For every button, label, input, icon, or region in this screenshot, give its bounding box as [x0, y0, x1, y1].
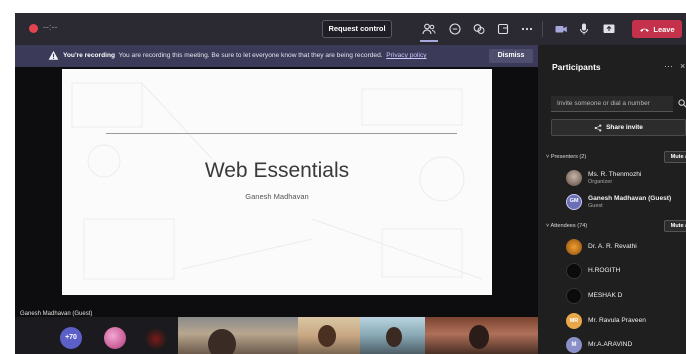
meeting-timer: --:-- — [43, 22, 58, 32]
participant-name: Dr. A. R. Revathi — [588, 243, 637, 250]
participants-title: Participants — [552, 62, 601, 72]
participant-avatar — [566, 263, 582, 279]
video-strip: +70 — [15, 317, 538, 354]
participant-silhouette — [318, 325, 336, 347]
mic-icon[interactable] — [575, 20, 593, 38]
toolbar-divider — [542, 21, 543, 37]
participant-avatar[interactable] — [145, 327, 167, 349]
participant-avatar — [566, 288, 582, 304]
participant-silhouette — [386, 327, 402, 347]
request-control-button[interactable]: Request control — [322, 20, 392, 38]
participant-silhouette — [469, 325, 489, 349]
participant-row[interactable]: M Mr.A.ARAVIND — [566, 335, 686, 354]
participant-avatar — [566, 170, 582, 186]
participants-pane: Participants ··· × Share invite ˅ Presen… — [538, 45, 686, 354]
mute-all-attendees-button[interactable]: Mute all — [664, 220, 686, 232]
share-invite-label: Share invite — [606, 124, 643, 131]
participant-avatar: M — [566, 337, 582, 353]
search-icon[interactable] — [678, 99, 686, 108]
participant-avatar: GM — [566, 194, 582, 210]
warning-icon — [48, 50, 59, 60]
participant-name: MESHAK D — [588, 292, 623, 299]
rooms-icon[interactable] — [494, 20, 512, 38]
video-tile[interactable] — [178, 317, 298, 354]
participant-row[interactable]: Ms. R. Thenmozhi Organizer — [566, 168, 686, 188]
people-icon[interactable] — [420, 20, 438, 38]
participant-row[interactable]: Dr. A. R. Revathi — [566, 237, 686, 257]
meeting-toolbar: --:-- Request control Leave — [15, 13, 686, 45]
active-tab-indicator — [420, 40, 438, 42]
dismiss-button[interactable]: Dismiss — [489, 49, 533, 63]
recording-message: You're recording You are recording this … — [63, 52, 427, 59]
participant-silhouette — [208, 329, 236, 354]
privacy-policy-link[interactable]: Privacy policy — [386, 52, 426, 59]
invite-input[interactable] — [551, 96, 673, 112]
slide-title: Web Essentials — [204, 159, 350, 182]
slide-divider-line — [106, 133, 457, 134]
participant-role: Guest — [588, 203, 603, 209]
participant-row[interactable]: GM Ganesh Madhavan (Guest) Guest — [566, 192, 686, 212]
participant-avatar: MR — [566, 313, 582, 329]
pane-close-icon[interactable]: × — [680, 61, 685, 71]
participant-name: H.ROGITH — [588, 267, 621, 274]
presentation-slide: Web Essentials Ganesh Madhavan — [62, 69, 492, 295]
participant-row[interactable]: H.ROGITH — [566, 261, 686, 281]
recording-heading: You're recording — [63, 52, 116, 59]
recording-banner: You're recording You are recording this … — [15, 45, 538, 67]
slide-subtitle: Ganesh Madhavan — [245, 192, 309, 201]
participant-role: Organizer — [588, 179, 613, 185]
share-invite-button[interactable]: Share invite — [551, 119, 686, 136]
participant-name: Mr. Ravula Praveen — [588, 317, 646, 324]
participant-name: Ms. R. Thenmozhi — [588, 171, 642, 178]
mute-all-presenters-button[interactable]: Mute all — [664, 151, 686, 163]
participant-avatar[interactable] — [104, 327, 126, 349]
phone-icon — [640, 28, 650, 32]
participant-avatar — [566, 239, 582, 255]
video-tile[interactable] — [425, 317, 538, 354]
shared-screen-stage: Web Essentials Ganesh Madhavan Ganesh Ma… — [15, 67, 538, 317]
participant-name: Ganesh Madhavan (Guest) — [588, 195, 672, 202]
leave-label: Leave — [653, 24, 675, 34]
share-link-icon — [594, 123, 602, 132]
leave-button[interactable]: Leave — [632, 20, 682, 38]
chat-icon[interactable] — [446, 20, 464, 38]
recording-body: You are recording this meeting. Be sure … — [118, 52, 383, 59]
participant-name: Mr.A.ARAVIND — [588, 341, 633, 348]
recording-indicator-icon — [29, 24, 38, 33]
more-icon[interactable] — [518, 20, 536, 38]
pane-more-icon[interactable]: ··· — [664, 61, 673, 71]
more-participants-badge[interactable]: +70 — [60, 327, 82, 349]
camera-icon[interactable] — [552, 20, 570, 38]
presenters-label: Presenters (2) — [550, 154, 587, 160]
video-tile[interactable] — [360, 317, 425, 354]
participant-row[interactable]: MESHAK D — [566, 286, 686, 306]
video-tile[interactable] — [298, 317, 360, 354]
teams-meeting-window: --:-- Request control Leave You're recor… — [15, 13, 686, 354]
presenters-section-header[interactable]: ˅ Presenters (2) — [546, 154, 586, 160]
attendees-section-header[interactable]: ˅ Attendees (74) — [546, 223, 587, 229]
share-icon[interactable] — [600, 20, 618, 38]
attendees-label: Attendees (74) — [550, 223, 588, 229]
reactions-icon[interactable] — [470, 20, 488, 38]
participant-row[interactable]: MR Mr. Ravula Praveen — [566, 311, 686, 331]
